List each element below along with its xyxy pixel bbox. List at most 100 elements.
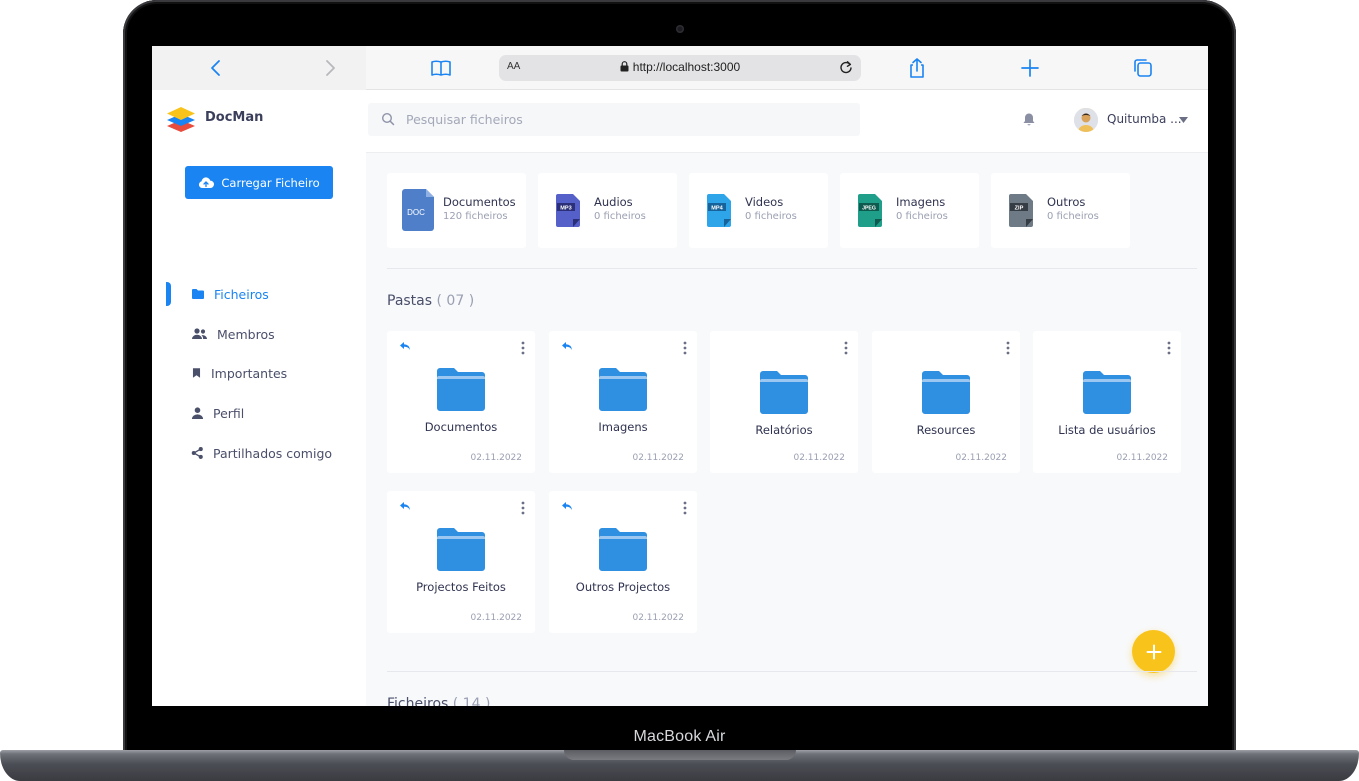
folder-date: 02.11.2022 [470, 453, 522, 463]
cloud-upload-icon [199, 176, 215, 188]
bookmarks-icon[interactable] [429, 56, 453, 80]
app-header: Quitumba ... [366, 90, 1208, 153]
folder-name: Relatórios [755, 423, 813, 437]
category-card-audios[interactable]: MP3 Audios 0 ficheiros [538, 173, 677, 248]
category-card-videos[interactable]: MP4 Videos 0 ficheiros [689, 173, 828, 248]
folder-date: 02.11.2022 [632, 613, 684, 623]
folder-name: Lista de usuários [1058, 423, 1156, 437]
upload-file-label: Carregar Ficheiro [221, 175, 320, 190]
folder-date: 02.11.2022 [1116, 453, 1168, 463]
category-title: Videos [745, 195, 784, 209]
folder-date: 02.11.2022 [955, 453, 1007, 463]
more-options-icon[interactable] [1167, 341, 1171, 355]
category-card-documentos[interactable]: DOC Documentos 120 ficheiros [387, 173, 526, 248]
search-input[interactable] [406, 103, 846, 136]
folder-date: 02.11.2022 [632, 453, 684, 463]
users-icon [192, 328, 208, 339]
user-name[interactable]: Quitumba ... [1107, 112, 1182, 126]
tabs-overview-icon[interactable] [1131, 56, 1155, 80]
url-text: http://localhost:3000 [632, 60, 741, 74]
laptop-notch [564, 750, 796, 760]
files-count: ( 14 ) [452, 696, 491, 706]
category-count: 0 ficheiros [896, 211, 948, 222]
folder-icon [192, 289, 204, 299]
sidebar-item-perfil[interactable]: Perfil [191, 403, 244, 423]
more-options-icon[interactable] [1006, 341, 1010, 355]
folder-date: 02.11.2022 [793, 453, 845, 463]
add-button[interactable] [1132, 630, 1175, 673]
chevron-down-icon[interactable] [1179, 117, 1188, 123]
more-options-icon[interactable] [521, 341, 525, 355]
section-divider [387, 268, 1197, 269]
device-label: MacBook Air [633, 728, 726, 745]
category-count: 0 ficheiros [594, 211, 646, 222]
address-bar[interactable]: AA http://localhost:3000 [499, 55, 861, 81]
jpeg-file-icon: JPEG [858, 194, 882, 227]
browser-toolbar: AA http://localhost:3000 [152, 46, 1208, 90]
category-count: 0 ficheiros [745, 211, 797, 222]
doc-badge: DOC [407, 208, 425, 217]
folder-name: Resources [916, 423, 976, 437]
back-icon[interactable] [204, 56, 228, 80]
folder-card[interactable]: Projectos Feitos 02.11.2022 [387, 491, 535, 633]
more-options-icon[interactable] [521, 501, 525, 515]
avatar[interactable] [1074, 108, 1098, 132]
main-content: DOC Documentos 120 ficheiros MP3 Audios … [366, 154, 1208, 706]
folder-card[interactable]: Relatórios 02.11.2022 [710, 331, 858, 473]
category-card-outros[interactable]: ZIP Outros 0 ficheiros [991, 173, 1130, 248]
upload-file-button[interactable]: Carregar Ficheiro [185, 166, 333, 199]
lock-icon [620, 61, 629, 72]
folder-card[interactable]: Documentos 02.11.2022 [387, 331, 535, 473]
shared-arrow-icon [562, 502, 572, 510]
sidebar-item-importantes[interactable]: Importantes [191, 363, 287, 383]
section-divider [387, 671, 1197, 672]
doc-file-icon: DOC [402, 189, 434, 231]
user-icon [191, 407, 204, 420]
reload-icon[interactable] [837, 59, 855, 77]
files-section-title: Ficheiros ( 14 ) [387, 696, 490, 706]
folder-card[interactable]: Lista de usuários 02.11.2022 [1033, 331, 1181, 473]
mp3-file-icon: MP3 [556, 194, 580, 227]
folder-card[interactable]: Imagens 02.11.2022 [549, 331, 697, 473]
plus-icon [1146, 644, 1161, 659]
new-tab-icon[interactable] [1018, 56, 1042, 80]
folders-count: ( 07 ) [436, 293, 475, 309]
shared-arrow-icon [400, 502, 410, 510]
category-card-imagens[interactable]: JPEG Imagens 0 ficheiros [840, 173, 979, 248]
shared-arrow-icon [562, 342, 572, 350]
forward-icon[interactable] [318, 56, 342, 80]
category-title: Documentos [443, 195, 516, 209]
camera-icon [676, 25, 684, 33]
folder-icon [437, 528, 485, 571]
folder-icon [437, 368, 485, 411]
more-options-icon[interactable] [844, 341, 848, 355]
sidebar-item-ficheiros[interactable]: Ficheiros [191, 284, 269, 304]
bell-icon[interactable] [1022, 112, 1036, 127]
share-sheet-icon[interactable] [905, 56, 929, 80]
folder-card[interactable]: Outros Projectos 02.11.2022 [549, 491, 697, 633]
sidebar-item-partilhados[interactable]: Partilhados comigo [191, 443, 332, 463]
search-icon [381, 112, 395, 126]
folder-date: 02.11.2022 [470, 613, 522, 623]
search-box[interactable] [368, 103, 860, 136]
sidebar-item-membros[interactable]: Membros [191, 324, 275, 344]
more-options-icon[interactable] [683, 341, 687, 355]
avatar-person-icon [1074, 108, 1098, 132]
folder-icon [760, 371, 808, 414]
brand-name: DocMan [205, 110, 264, 125]
zip-file-icon: ZIP [1009, 194, 1033, 227]
sidebar-item-label: Partilhados comigo [213, 445, 333, 461]
folder-icon [599, 368, 647, 411]
sidebar-item-label: Ficheiros [214, 286, 269, 302]
more-options-icon[interactable] [683, 501, 687, 515]
address-url: http://localhost:3000 [499, 60, 861, 74]
shared-arrow-icon [400, 342, 410, 350]
jpeg-badge: JPEG [862, 206, 876, 212]
folder-icon [922, 371, 970, 414]
logo-layers-icon [167, 107, 195, 132]
category-count: 0 ficheiros [1047, 211, 1099, 222]
sidebar-item-label: Importantes [211, 365, 288, 381]
folder-name: Outros Projectos [575, 580, 671, 594]
folder-icon [599, 528, 647, 571]
folder-card[interactable]: Resources 02.11.2022 [872, 331, 1020, 473]
